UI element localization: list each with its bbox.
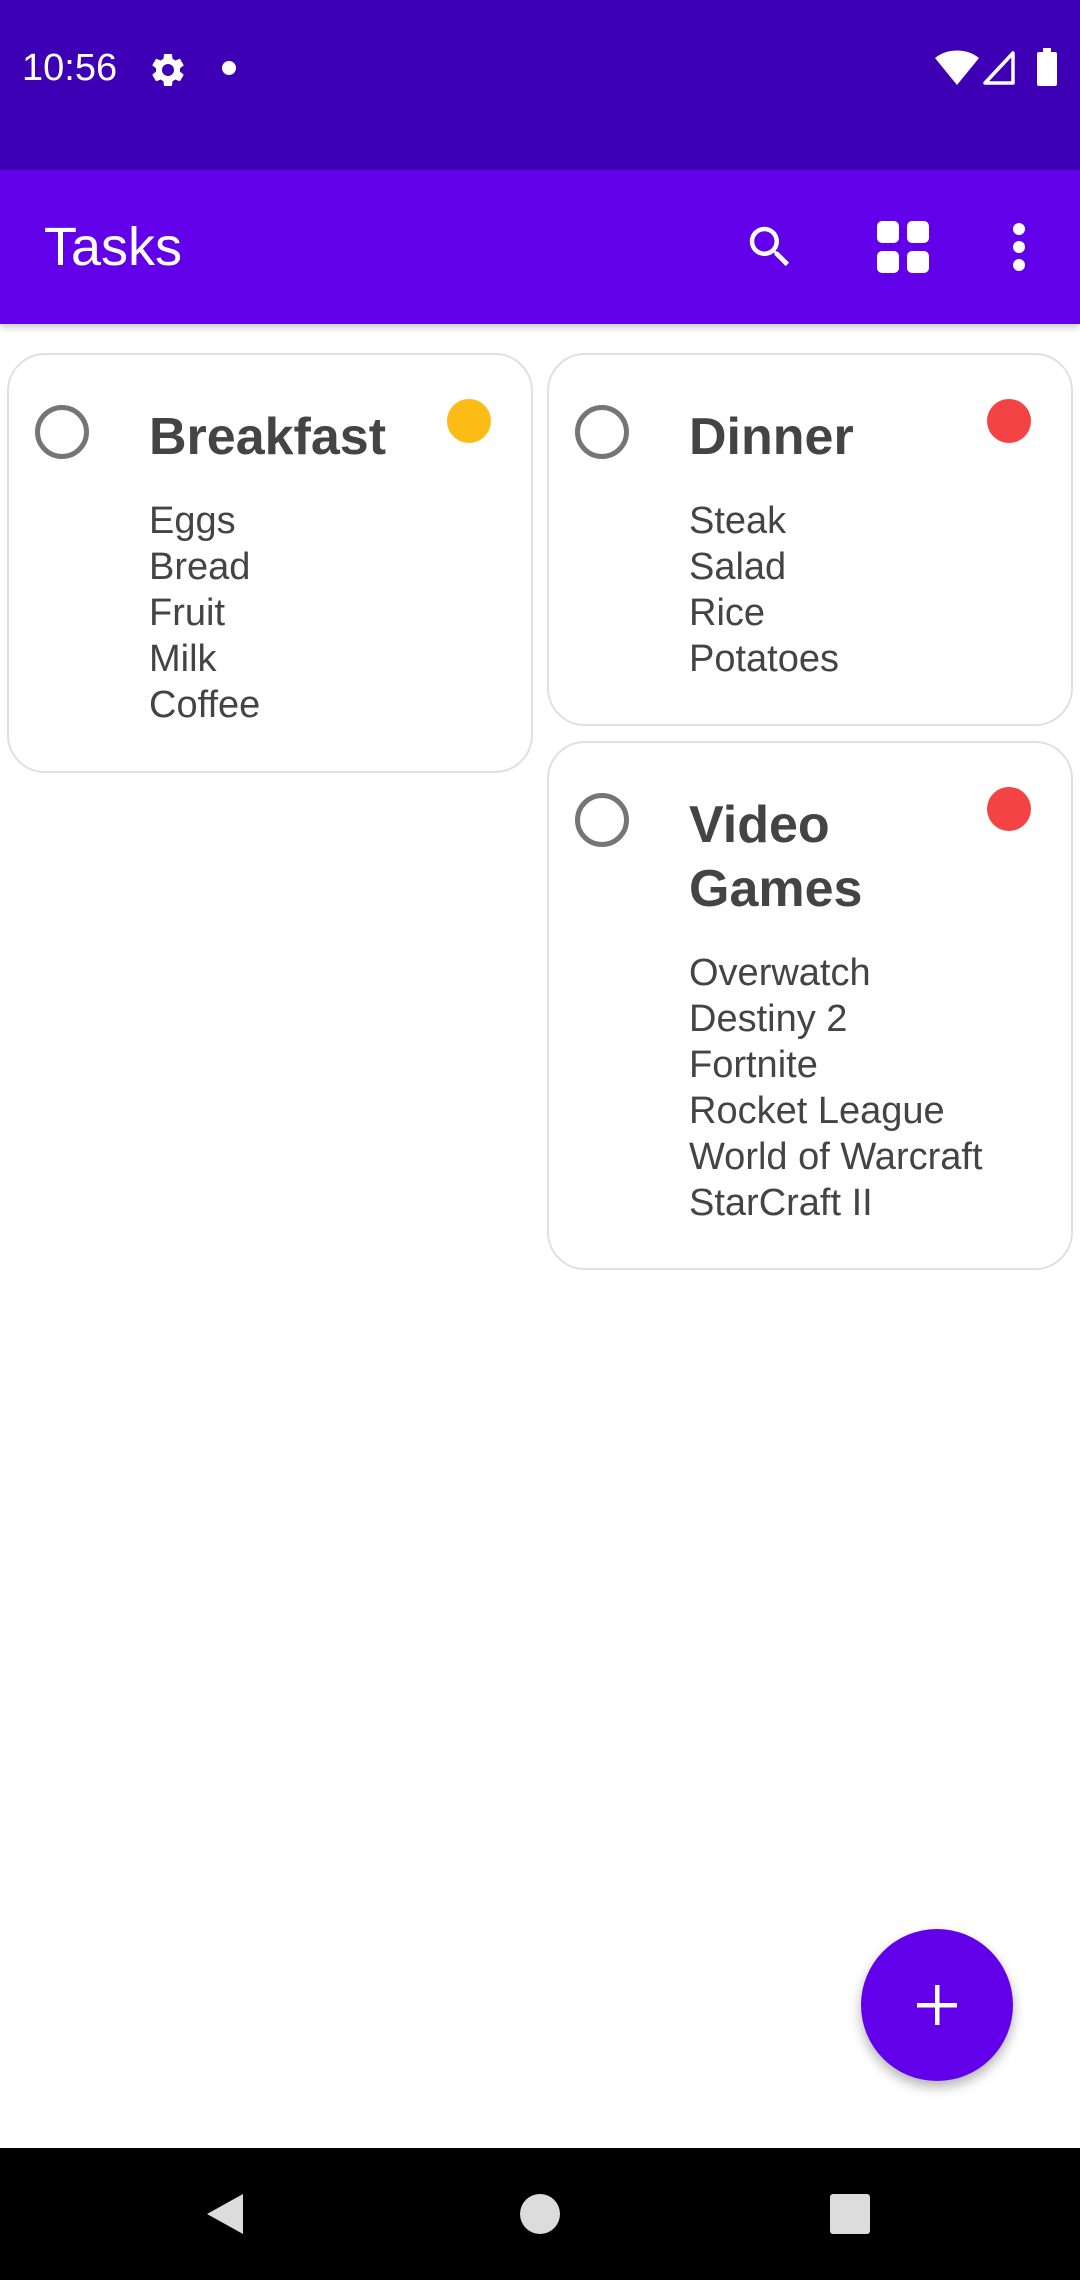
card-title: Breakfast: [149, 408, 387, 466]
recents-button[interactable]: [800, 2168, 900, 2260]
list-item: Coffee: [149, 684, 261, 726]
gear-icon: [152, 53, 184, 86]
search-button[interactable]: [720, 197, 820, 297]
more-vert-icon: [1013, 223, 1025, 271]
notification-dot-icon: [222, 61, 236, 75]
page-title: Tasks: [44, 217, 183, 277]
list-item: Eggs: [149, 500, 236, 542]
card-title: Video Games: [689, 796, 863, 918]
task-card-dinner[interactable]: Dinner Steak Salad Rice Potatoes: [547, 353, 1073, 726]
list-item: World of Warcraft: [689, 1136, 983, 1178]
list-item: Rice: [689, 592, 766, 634]
complete-checkbox[interactable]: [575, 793, 629, 847]
recents-icon: [830, 2194, 870, 2234]
search-icon: [749, 226, 790, 267]
home-button[interactable]: [490, 2168, 590, 2260]
status-time: 10:56: [22, 47, 118, 89]
complete-checkbox[interactable]: [35, 405, 89, 459]
signal-icon: [983, 51, 1015, 85]
grid-view-icon: [877, 221, 929, 273]
priority-dot-icon: [447, 399, 491, 443]
list-item: Bread: [149, 546, 251, 588]
app-bar: Tasks: [0, 170, 1080, 324]
status-bar: 10:56: [0, 0, 1080, 170]
list-item: StarCraft II: [689, 1182, 873, 1224]
list-item: Destiny 2: [689, 998, 848, 1040]
task-card-video-games[interactable]: Video Games Overwatch Destiny 2 Fortnite…: [547, 741, 1073, 1270]
card-items: Steak Salad Rice Potatoes: [689, 498, 839, 682]
list-item: Rocket League: [689, 1090, 945, 1132]
list-item: Fortnite: [689, 1044, 818, 1086]
list-item: Overwatch: [689, 952, 871, 994]
list-item: Fruit: [149, 592, 225, 634]
list-item: Potatoes: [689, 638, 839, 680]
task-card-breakfast[interactable]: Breakfast Eggs Bread Fruit Milk Coffee: [7, 353, 533, 773]
add-task-button[interactable]: [861, 1929, 1013, 2081]
battery-icon: [1037, 48, 1057, 86]
list-item: Milk: [149, 638, 217, 680]
home-icon: [520, 2194, 560, 2234]
back-icon: [207, 2194, 243, 2234]
card-items: Overwatch Destiny 2 Fortnite Rocket Leag…: [689, 950, 983, 1226]
wifi-icon: [935, 50, 979, 85]
system-nav-bar: [0, 2148, 1080, 2280]
priority-dot-icon: [987, 399, 1031, 443]
back-button[interactable]: [175, 2168, 275, 2260]
plus-icon: [917, 1985, 957, 2025]
list-item: Salad: [689, 546, 787, 588]
list-item: Steak: [689, 500, 787, 542]
grid-view-button[interactable]: [853, 197, 953, 297]
more-options-button[interactable]: [969, 197, 1069, 297]
card-title: Dinner: [689, 408, 854, 466]
complete-checkbox[interactable]: [575, 405, 629, 459]
priority-dot-icon: [987, 787, 1031, 831]
card-items: Eggs Bread Fruit Milk Coffee: [149, 498, 260, 728]
